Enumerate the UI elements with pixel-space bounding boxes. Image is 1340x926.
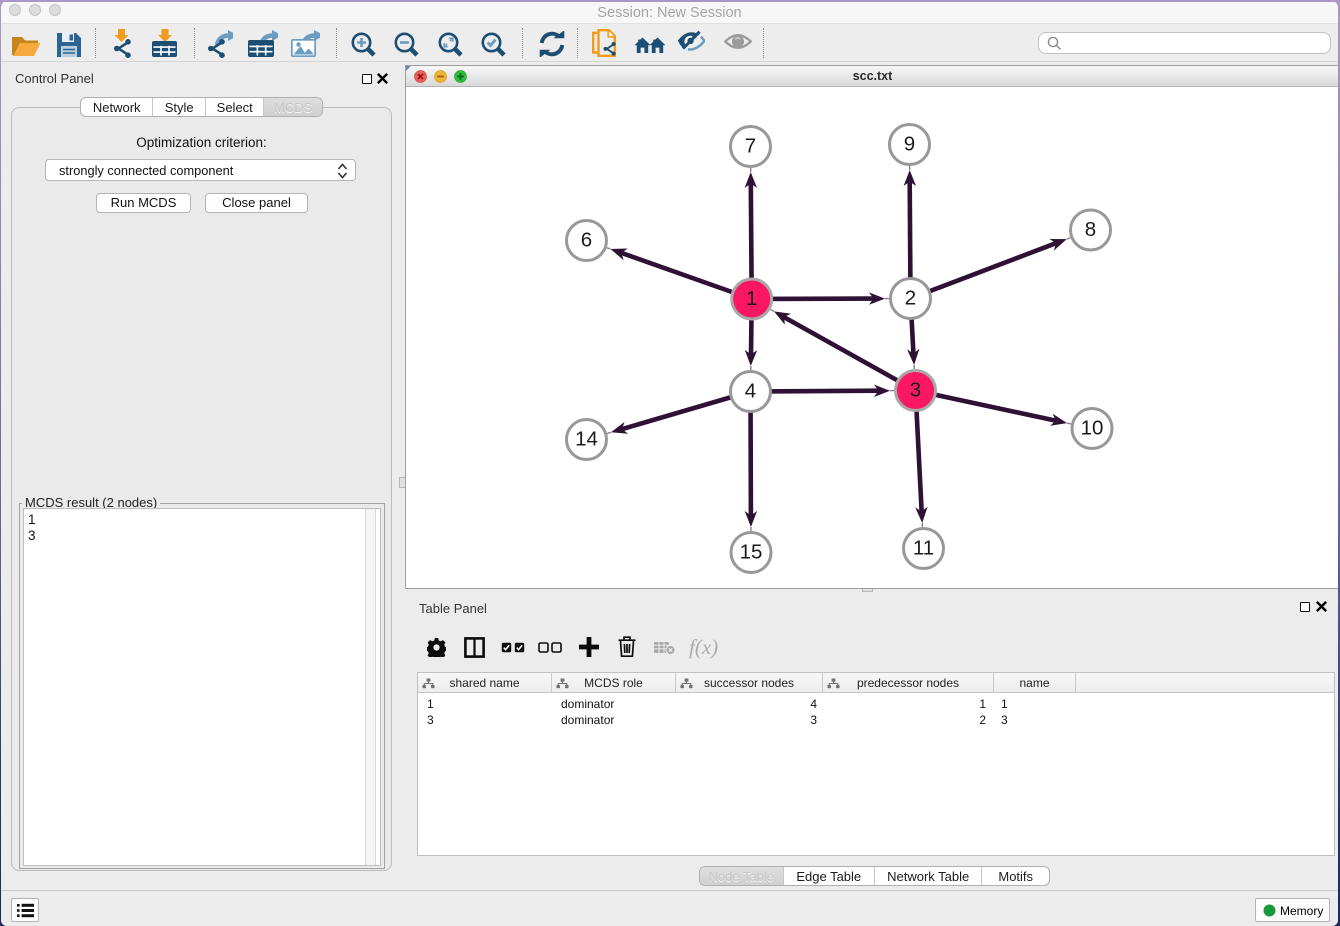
svg-text:15: 15 — [740, 540, 763, 563]
svg-text:7: 7 — [745, 134, 756, 157]
svg-text:6: 6 — [581, 228, 592, 251]
svg-text:3: 3 — [910, 378, 921, 401]
svg-text:11: 11 — [913, 536, 934, 559]
svg-text:1: 1 — [746, 287, 757, 310]
svg-text:4: 4 — [745, 379, 756, 402]
svg-text:9: 9 — [904, 132, 915, 155]
svg-text:10: 10 — [1081, 416, 1104, 439]
svg-text:2: 2 — [905, 286, 916, 309]
svg-text:8: 8 — [1085, 218, 1096, 241]
svg-text:14: 14 — [575, 427, 598, 450]
